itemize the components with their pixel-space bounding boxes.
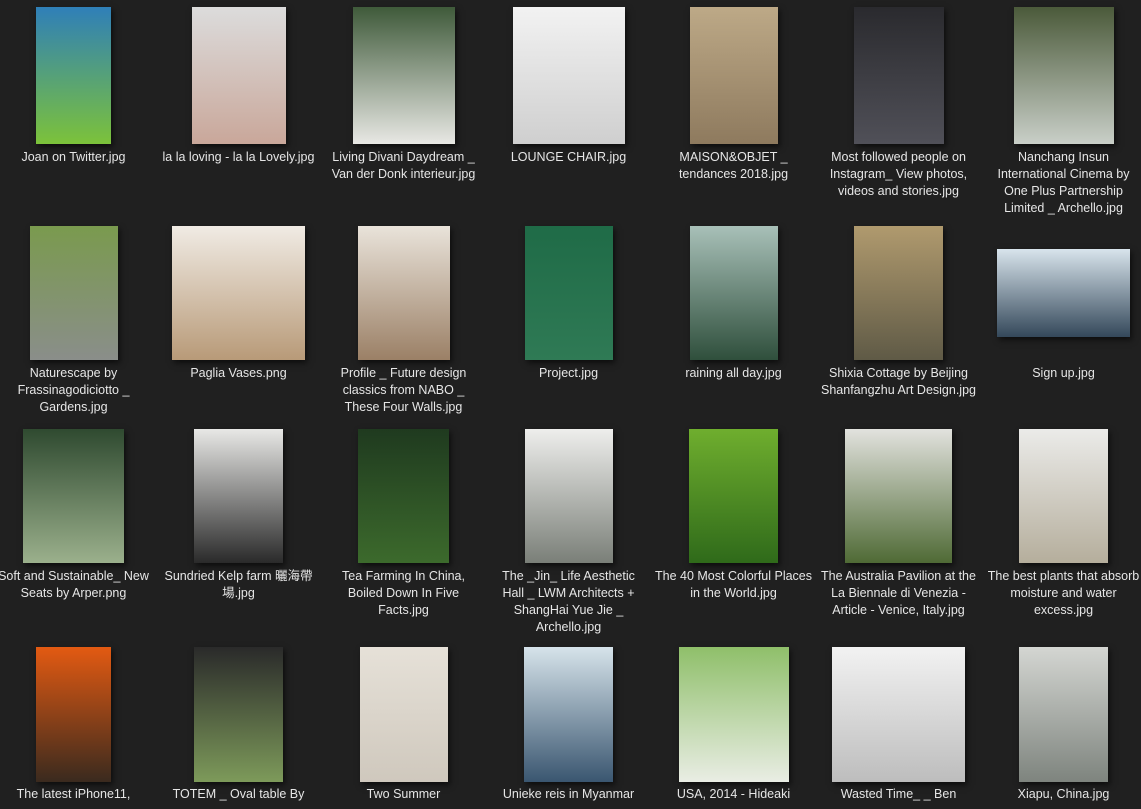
file-thumbnail[interactable]: [194, 429, 283, 563]
thumbnail-frame: [816, 646, 981, 782]
file-name[interactable]: Two Summer: [325, 786, 482, 803]
file-name[interactable]: Nanchang Insun International Cinema by O…: [985, 149, 1141, 217]
file-name[interactable]: Wasted Time_ _ Ben: [820, 786, 977, 803]
thumbnail-frame: [321, 225, 486, 361]
file-name[interactable]: Project.jpg: [490, 365, 647, 382]
file-thumbnail[interactable]: [357, 226, 450, 360]
thumbnail-frame: [486, 428, 651, 564]
file-thumbnail[interactable]: [1019, 646, 1108, 782]
file-thumbnail[interactable]: [853, 7, 944, 144]
file-thumbnail[interactable]: [678, 646, 789, 782]
file-thumbnail[interactable]: [1019, 429, 1108, 563]
thumbnail-frame: [156, 428, 321, 564]
file-name[interactable]: LOUNGE CHAIR.jpg: [490, 149, 647, 166]
file-thumbnail[interactable]: [689, 7, 778, 144]
thumbnail-frame: [0, 646, 156, 782]
thumbnail-frame: [651, 428, 816, 564]
thumbnail-frame: [981, 428, 1141, 564]
file-thumbnail[interactable]: [854, 226, 943, 360]
thumbnail-frame: [321, 6, 486, 145]
thumbnail-frame: [651, 225, 816, 361]
thumbnail-frame: [981, 225, 1141, 361]
file-name[interactable]: Tea Farming In China, Boiled Down In Fiv…: [325, 568, 482, 619]
file-thumbnail[interactable]: [832, 646, 965, 782]
file-name[interactable]: TOTEM _ Oval table By: [160, 786, 317, 803]
file-thumbnail[interactable]: [358, 429, 449, 563]
file-thumbnail[interactable]: [524, 646, 613, 782]
file-name[interactable]: Soft and Sustainable_ New Seats by Arper…: [0, 568, 152, 602]
file-thumbnail[interactable]: [997, 249, 1130, 337]
file-thumbnail[interactable]: [36, 7, 111, 144]
file-name[interactable]: MAISON&OBJET _ tendances 2018.jpg: [655, 149, 812, 183]
file-name[interactable]: Profile _ Future design classics from NA…: [325, 365, 482, 416]
thumbnail-frame: [486, 646, 651, 782]
file-thumbnail[interactable]: [845, 429, 952, 563]
thumbnail-frame: [156, 6, 321, 145]
file-name[interactable]: raining all day.jpg: [655, 365, 812, 382]
thumbnail-frame: [156, 646, 321, 782]
file-thumbnail[interactable]: [1013, 7, 1114, 144]
file-name[interactable]: Naturescape by Frassinagodiciotto _ Gard…: [0, 365, 152, 416]
file-name[interactable]: Sign up.jpg: [985, 365, 1141, 382]
file-name[interactable]: Joan on Twitter.jpg: [0, 149, 152, 166]
file-name[interactable]: The _Jin_ Life Aesthetic Hall _ LWM Arch…: [490, 568, 647, 636]
file-thumbnail[interactable]: [191, 7, 286, 144]
file-name[interactable]: The 40 Most Colorful Places in the World…: [655, 568, 812, 602]
thumbnail-frame: [816, 225, 981, 361]
thumbnail-frame: [651, 646, 816, 782]
file-thumbnail[interactable]: [36, 646, 111, 782]
file-name[interactable]: Paglia Vases.png: [160, 365, 317, 382]
thumbnail-frame: [651, 6, 816, 145]
file-thumbnail[interactable]: [689, 429, 778, 563]
file-name[interactable]: The Australia Pavilion at the La Biennal…: [820, 568, 977, 619]
thumbnail-frame: [486, 225, 651, 361]
file-thumbnail[interactable]: [352, 7, 455, 144]
file-name[interactable]: The latest iPhone11,: [0, 786, 152, 803]
thumbnail-frame: [981, 646, 1141, 782]
file-name[interactable]: Sundried Kelp farm 曬海帶場.jpg: [160, 568, 317, 602]
thumbnail-frame: [156, 225, 321, 361]
thumbnail-frame: [816, 6, 981, 145]
file-thumbnail[interactable]: [23, 429, 124, 563]
file-thumbnail[interactable]: [689, 226, 778, 360]
file-thumbnail[interactable]: [524, 226, 613, 360]
thumbnail-frame: [0, 428, 156, 564]
file-name[interactable]: Most followed people on Instagram_ View …: [820, 149, 977, 200]
file-thumbnail[interactable]: [512, 7, 625, 144]
file-thumbnail[interactable]: [524, 429, 613, 563]
file-name[interactable]: Living Divani Daydream _ Van der Donk in…: [325, 149, 482, 183]
file-name[interactable]: la la loving - la la Lovely.jpg: [160, 149, 317, 166]
file-name[interactable]: Xiapu, China.jpg: [985, 786, 1141, 803]
file-name[interactable]: Shixia Cottage by Beijing Shanfangzhu Ar…: [820, 365, 977, 399]
thumbnail-frame: [981, 6, 1141, 145]
thumbnail-frame: [321, 428, 486, 564]
thumbnail-frame: [0, 225, 156, 361]
thumbnail-frame: [816, 428, 981, 564]
thumbnail-frame: [486, 6, 651, 145]
file-name[interactable]: Unieke reis in Myanmar: [490, 786, 647, 803]
thumbnail-frame: [0, 6, 156, 145]
file-name[interactable]: The best plants that absorb moisture and…: [985, 568, 1141, 619]
file-name[interactable]: USA, 2014 - Hideaki: [655, 786, 812, 803]
thumbnail-frame: [321, 646, 486, 782]
file-thumbnail[interactable]: [29, 226, 118, 360]
file-thumbnail[interactable]: [194, 646, 283, 782]
file-thumbnail[interactable]: [172, 226, 305, 360]
file-thumbnail[interactable]: [359, 646, 448, 782]
